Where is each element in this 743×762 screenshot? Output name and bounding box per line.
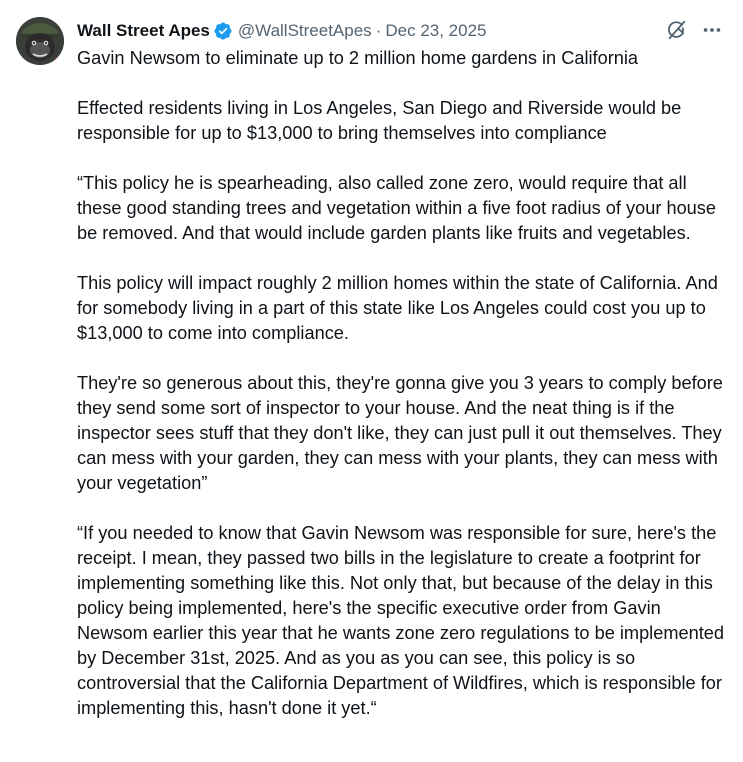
separator-dot: · bbox=[375, 21, 382, 40]
author-display-name[interactable]: Wall Street Apes bbox=[77, 19, 210, 43]
more-options-icon[interactable] bbox=[701, 19, 723, 41]
tweet-paragraph: Effected residents living in Los Angeles… bbox=[77, 98, 687, 143]
tweet-header: Wall Street Apes @WallStreetApes · Dec 2… bbox=[77, 19, 487, 43]
gorilla-avatar-icon bbox=[16, 17, 64, 65]
tweet-paragraph: They're so generous about this, they're … bbox=[77, 373, 728, 493]
author-handle[interactable]: @WallStreetApes bbox=[238, 19, 372, 43]
verified-badge-icon bbox=[213, 21, 233, 41]
tweet-paragraph: Gavin Newsom to eliminate up to 2 millio… bbox=[77, 48, 639, 68]
tweet-paragraph: This policy will impact roughly 2 millio… bbox=[77, 273, 723, 343]
tweet: Wall Street Apes @WallStreetApes · Dec 2… bbox=[0, 0, 743, 762]
tweet-paragraph: “This policy he is spearheading, also ca… bbox=[77, 173, 722, 243]
post-date[interactable]: Dec 23, 2025 bbox=[385, 19, 486, 43]
avatar[interactable] bbox=[16, 17, 64, 65]
tweet-paragraph: “If you needed to know that Gavin Newsom… bbox=[77, 523, 730, 718]
grok-icon[interactable] bbox=[665, 19, 687, 41]
tweet-text: Gavin Newsom to eliminate up to 2 millio… bbox=[77, 46, 727, 721]
header-actions bbox=[665, 19, 723, 41]
